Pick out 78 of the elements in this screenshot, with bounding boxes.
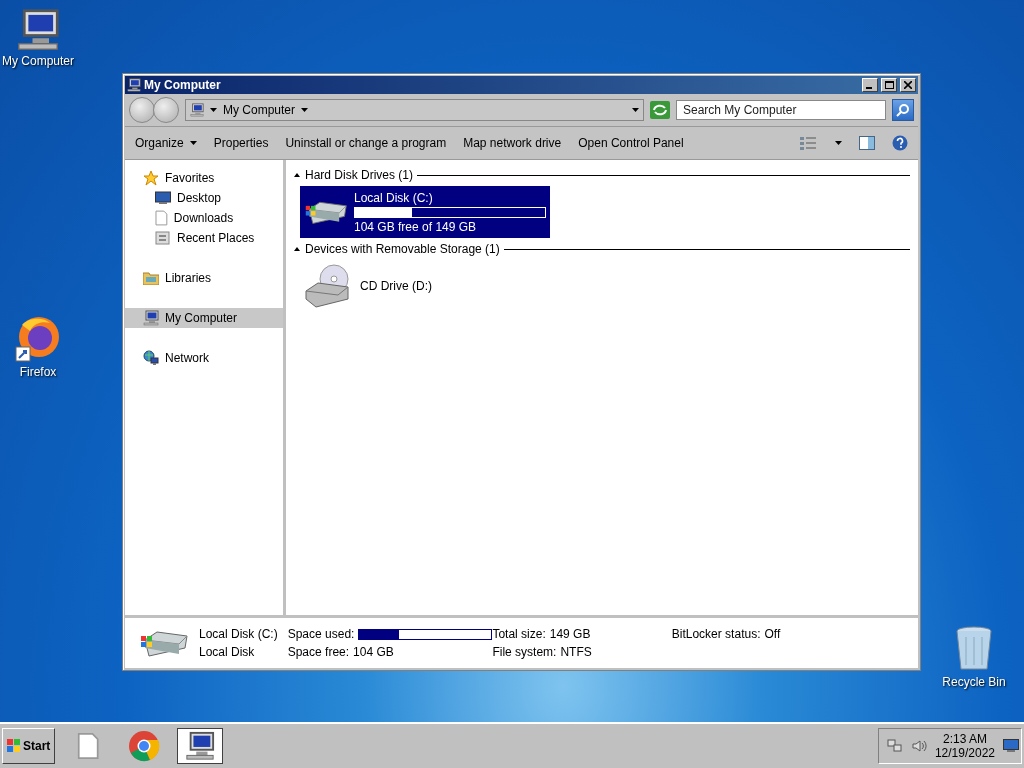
drive-tile[interactable]: CD Drive (D:)	[300, 260, 550, 312]
details-label: Space used:	[287, 627, 355, 641]
details-label: Total size:	[492, 627, 546, 641]
caret-icon	[189, 141, 197, 145]
nav-item[interactable]: Downloads	[125, 208, 283, 228]
details-value: 104 GB	[353, 645, 394, 659]
toolbar-command[interactable]: Map network drive	[463, 136, 562, 150]
collapse-arrow-icon[interactable]	[294, 172, 301, 178]
toolbar-command[interactable]: Uninstall or change a program	[285, 136, 447, 150]
caret-icon	[632, 108, 639, 112]
toolbar-command[interactable]: Properties	[213, 136, 269, 150]
details-type: Local Disk	[199, 645, 256, 659]
details-label: File system:	[492, 645, 557, 659]
drive-tile[interactable]: Local Disk (C:) 104 GB free of 149 GB	[300, 186, 550, 238]
computer-icon	[185, 731, 216, 761]
close-icon	[904, 81, 912, 89]
collapse-arrow-icon[interactable]	[294, 246, 301, 252]
toolbar-command[interactable]: Organize	[135, 136, 197, 150]
search-button[interactable]	[892, 99, 914, 121]
close-button[interactable]	[900, 78, 916, 92]
nav-item[interactable]: Recent Places	[125, 228, 283, 248]
star-icon	[143, 170, 159, 186]
computer-icon	[16, 8, 60, 52]
file-icon	[155, 210, 168, 226]
group-title: Hard Disk Drives (1)	[305, 168, 413, 182]
folder-icon	[143, 271, 159, 285]
nav-item[interactable]: My Computer	[125, 308, 283, 328]
refresh-icon[interactable]	[650, 101, 670, 119]
nav-item[interactable]: Favorites	[125, 168, 283, 188]
firefox-icon	[14, 315, 62, 363]
clock: 2:13 AM 12/19/2022	[934, 732, 995, 760]
recycle-bin-icon	[954, 625, 994, 673]
caret-icon	[210, 108, 217, 112]
windows-logo	[7, 739, 21, 753]
toolbar-command[interactable]: Open Control Panel	[578, 136, 684, 150]
forward-button[interactable]	[153, 97, 179, 123]
computer-icon	[190, 103, 204, 117]
recent-places-icon	[155, 230, 171, 246]
address-path[interactable]: My Computer	[223, 103, 296, 117]
maximize-icon	[884, 81, 894, 89]
taskbar-app[interactable]	[177, 728, 224, 764]
network-icon	[143, 350, 159, 366]
search-field[interactable]: Search My Computer	[676, 100, 886, 120]
file-icon	[77, 732, 100, 760]
drive-name: Local Disk (C:)	[354, 190, 434, 205]
details-label: BitLocker status:	[671, 627, 761, 641]
maximize-button[interactable]	[881, 78, 897, 92]
drive-space-text: 104 GB free of 149 GB	[354, 219, 478, 234]
group-title: Devices with Removable Storage (1)	[305, 242, 500, 256]
computer-icon	[127, 78, 141, 92]
drive-name: CD Drive (D:)	[360, 279, 433, 293]
details-value: Off	[764, 627, 781, 641]
caret-icon	[301, 108, 309, 112]
desktop-icon-label[interactable]: Recycle Bin	[942, 675, 1006, 689]
window-title: My Computer	[144, 78, 222, 92]
help-icon[interactable]	[892, 135, 908, 151]
address-bar[interactable]: My Computer	[185, 99, 644, 121]
minimize-button[interactable]	[862, 78, 878, 92]
desktop-icon-label[interactable]: Firefox	[19, 365, 57, 379]
details-label: Space free:	[287, 645, 350, 659]
back-button[interactable]	[129, 97, 155, 123]
details-value: 149 GB	[549, 627, 591, 641]
nav-item[interactable]: Desktop	[125, 188, 283, 208]
desktop-icon-label[interactable]: My Computer	[2, 54, 74, 68]
chrome-icon	[128, 730, 161, 762]
nav-item[interactable]: Libraries	[125, 268, 283, 288]
network-icon[interactable]	[886, 738, 903, 754]
speaker-icon[interactable]	[910, 738, 927, 754]
nav-item[interactable]: Network	[125, 348, 283, 368]
preview-pane-icon[interactable]	[859, 136, 875, 150]
details-value: NTFS	[560, 645, 592, 659]
caret-icon	[835, 141, 842, 145]
search-icon	[896, 103, 910, 117]
details-name: Local Disk (C:)	[199, 627, 278, 641]
monitor-icon	[155, 191, 171, 205]
start-button[interactable]: Start	[2, 728, 56, 764]
computer-icon	[143, 310, 159, 326]
show-desktop-icon[interactable]	[1003, 739, 1019, 753]
